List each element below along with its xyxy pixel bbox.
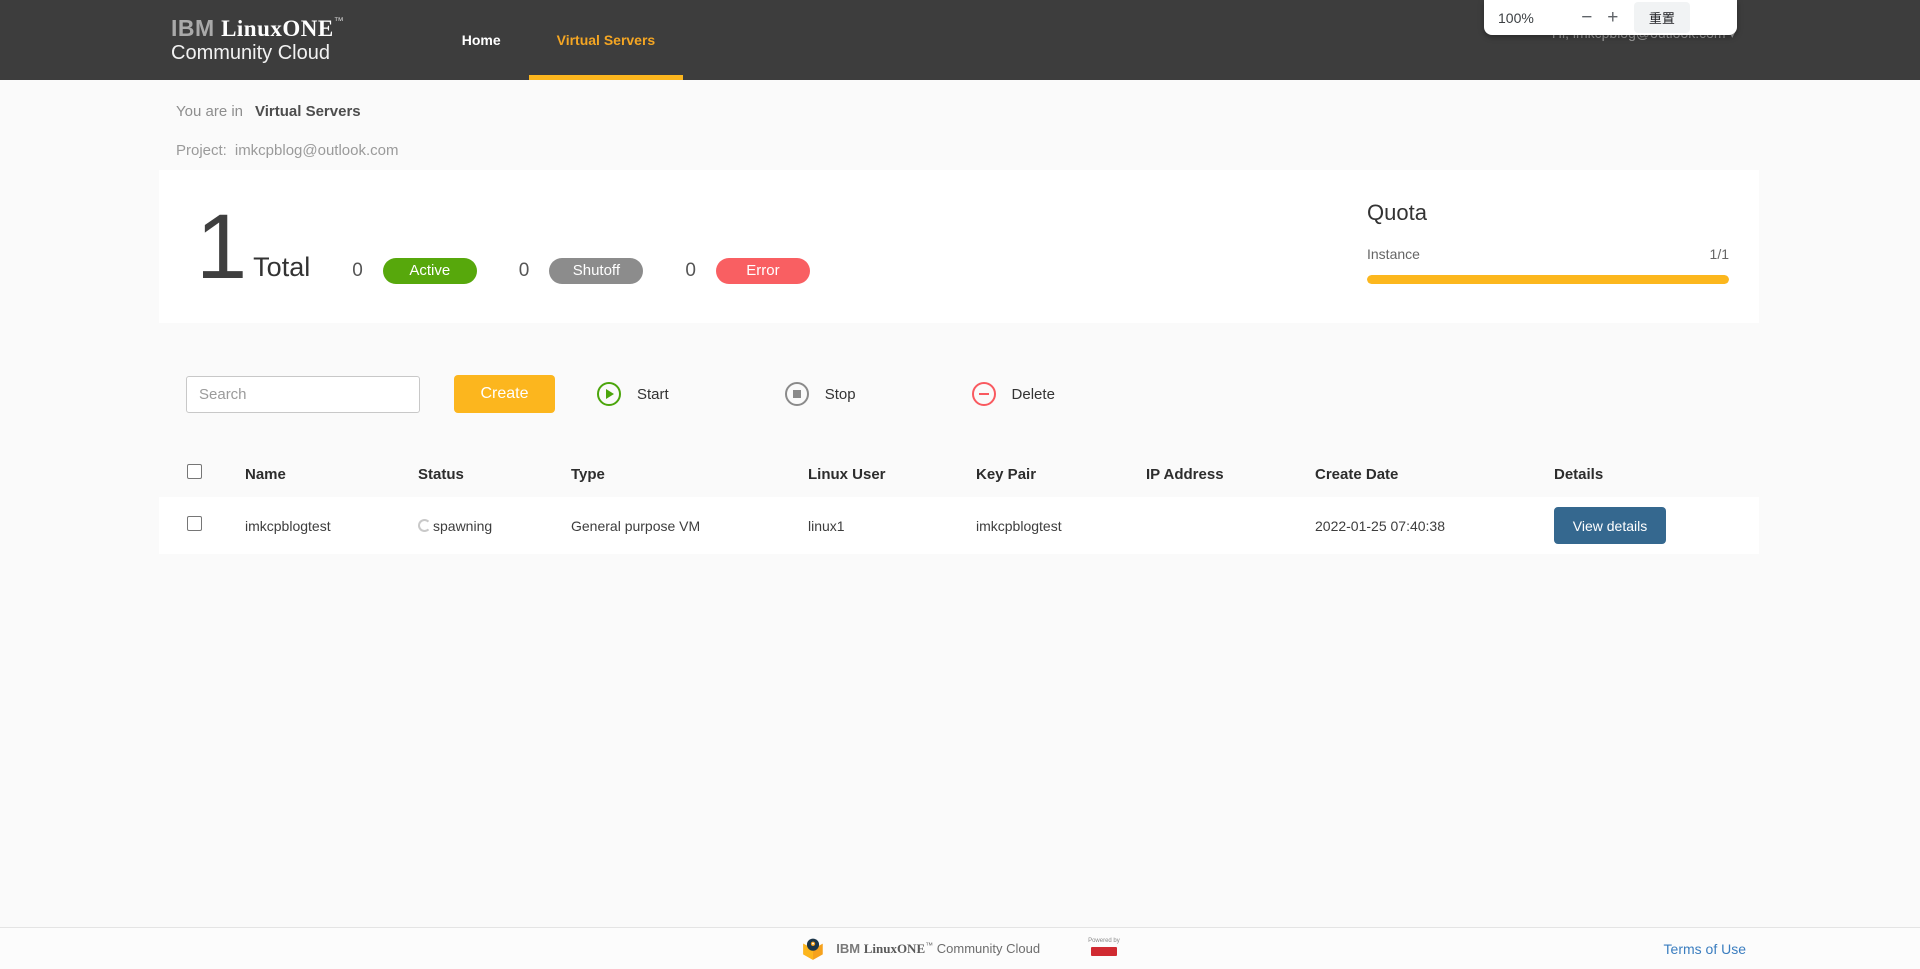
footer-brand-text: IBM LinuxONE™ Community Cloud bbox=[836, 941, 1040, 957]
col-type: Type bbox=[571, 465, 605, 483]
footer-brand: IBM LinuxONE™ Community Cloud Powered by bbox=[800, 936, 1120, 962]
table-row: imkcpblogtest spawning General purpose V… bbox=[159, 497, 1759, 554]
spinner-icon bbox=[418, 519, 431, 532]
col-linux-user: Linux User bbox=[808, 465, 886, 483]
zoom-in-button[interactable]: + bbox=[1600, 5, 1626, 31]
search-input[interactable] bbox=[186, 375, 420, 413]
breadcrumb-current: Virtual Servers bbox=[255, 103, 361, 120]
stop-button[interactable]: Stop bbox=[784, 382, 856, 406]
status-text: spawning bbox=[433, 517, 493, 534]
toolbar: Create Start Stop Delete bbox=[159, 375, 1920, 413]
breadcrumb: You are in Virtual Servers bbox=[176, 103, 1920, 120]
stop-label: Stop bbox=[824, 385, 856, 403]
breadcrumb-prefix: You are in bbox=[176, 103, 244, 120]
status-counts: 0 Active 0 Shutoff 0 Error bbox=[310, 257, 810, 284]
brand-logo-line1: IBM LinuxONE™ bbox=[171, 15, 344, 42]
col-details: Details bbox=[1554, 465, 1604, 483]
nav-item-home[interactable]: Home bbox=[434, 0, 529, 80]
cell-status: spawning bbox=[418, 518, 571, 534]
cell-linux-user: linux1 bbox=[808, 517, 845, 534]
footer-community-cloud: Community Cloud bbox=[936, 940, 1041, 956]
active-status-badge: Active bbox=[382, 257, 477, 284]
table-header-row: Name Status Type Linux User Key Pair IP … bbox=[159, 451, 1759, 497]
zoom-level-value: 100% bbox=[1498, 9, 1534, 26]
project-label: Project: bbox=[176, 142, 227, 159]
quota-title: Quota bbox=[1367, 200, 1427, 225]
col-key-pair: Key Pair bbox=[976, 465, 1037, 483]
col-create-date: Create Date bbox=[1315, 465, 1399, 483]
zoom-reset-button[interactable]: 重置 bbox=[1633, 2, 1690, 33]
footer-tm: ™ bbox=[925, 940, 934, 950]
view-details-button[interactable]: View details bbox=[1554, 507, 1666, 544]
start-button[interactable]: Start bbox=[597, 382, 669, 406]
start-label: Start bbox=[637, 385, 669, 403]
project-line: Project: imkcpblog@outlook.com bbox=[176, 142, 1920, 159]
quota-instance-row: Instance 1/1 bbox=[1367, 246, 1729, 262]
brand-tm: ™ bbox=[333, 16, 344, 28]
create-button[interactable]: Create bbox=[454, 375, 555, 413]
col-status: Status bbox=[418, 465, 464, 483]
col-name: Name bbox=[245, 465, 286, 483]
quota-panel: Quota Instance 1/1 bbox=[1367, 200, 1729, 284]
terms-of-use-link[interactable]: Terms of Use bbox=[1664, 941, 1746, 957]
quota-instance-label: Instance bbox=[1367, 246, 1420, 262]
zoom-out-button[interactable]: − bbox=[1574, 5, 1600, 31]
brand-ibm: IBM bbox=[171, 15, 215, 42]
page-footer: IBM LinuxONE™ Community Cloud Powered by… bbox=[0, 927, 1920, 969]
active-count: 0 bbox=[352, 259, 363, 281]
cell-name: imkcpblogtest bbox=[245, 517, 331, 534]
summary-card: 1 Total 0 Active 0 Shutoff 0 Error Quota… bbox=[159, 170, 1759, 323]
error-count: 0 bbox=[685, 259, 696, 281]
project-value: imkcpblog@outlook.com bbox=[234, 142, 399, 159]
shutoff-count: 0 bbox=[518, 259, 530, 281]
stop-icon bbox=[784, 382, 809, 406]
play-icon bbox=[597, 382, 621, 406]
browser-zoom-popup: 100% − + 重置 bbox=[1484, 0, 1737, 35]
delete-label: Delete bbox=[1011, 385, 1055, 403]
total-label: Total bbox=[253, 252, 311, 282]
footer-linuxone: LinuxONE bbox=[863, 940, 926, 956]
shutoff-status-badge: Shutoff bbox=[549, 257, 644, 284]
main-nav: Home Virtual Servers bbox=[434, 0, 684, 80]
minus-icon bbox=[971, 382, 996, 406]
total-count: 1 bbox=[196, 195, 247, 298]
brand-community-cloud: Community Cloud bbox=[171, 41, 330, 64]
brand-linuxone: LinuxONE bbox=[221, 16, 334, 42]
quota-progress-fill bbox=[1367, 275, 1729, 284]
powered-by-badge[interactable]: Powered by bbox=[1088, 938, 1120, 960]
row-checkbox[interactable] bbox=[187, 515, 202, 531]
quota-progress-track bbox=[1367, 275, 1729, 284]
cell-type: General purpose VM bbox=[571, 517, 701, 534]
linuxone-logo-icon bbox=[803, 938, 823, 960]
delete-button[interactable]: Delete bbox=[971, 382, 1055, 406]
footer-ibm: IBM bbox=[836, 940, 861, 956]
cell-key-pair: imkcpblogtest bbox=[976, 517, 1062, 534]
col-ip-address: IP Address bbox=[1146, 465, 1224, 483]
powered-by-label: Powered by bbox=[1088, 937, 1120, 944]
virtual-servers-table: Name Status Type Linux User Key Pair IP … bbox=[159, 451, 1759, 554]
cell-create-date: 2022-01-25 07:40:38 bbox=[1315, 517, 1445, 534]
quota-instance-value: 1/1 bbox=[1709, 246, 1729, 262]
powered-by-logo-icon bbox=[1090, 946, 1117, 956]
brand-logo[interactable]: IBM LinuxONE™ Community Cloud bbox=[171, 15, 344, 64]
error-status-badge: Error bbox=[715, 257, 810, 284]
nav-item-virtual-servers[interactable]: Virtual Servers bbox=[528, 0, 684, 80]
select-all-checkbox[interactable] bbox=[187, 464, 202, 479]
